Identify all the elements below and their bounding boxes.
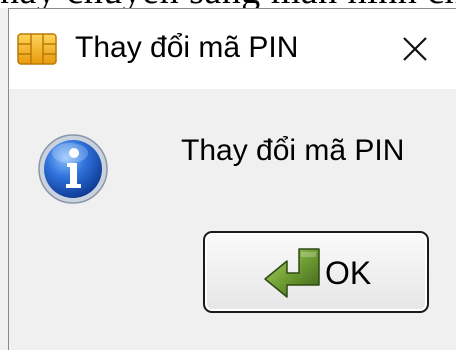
dialog-content: Thay đổi mã PIN OK: [9, 89, 456, 350]
smart-card-chip-icon: [17, 33, 57, 65]
dialog-title: Thay đổi mã PIN: [75, 31, 299, 64]
dialog-titlebar[interactable]: Thay đổi mã PIN: [9, 9, 456, 89]
screen: nay chuyển sang màn hình chức năng Thay …: [0, 0, 456, 350]
background-edge: [0, 8, 8, 350]
close-button[interactable]: [387, 25, 443, 73]
ok-button[interactable]: OK: [203, 231, 429, 313]
pin-change-dialog: Thay đổi mã PIN Thay đổi mã PIN OK: [8, 8, 456, 350]
close-icon: [403, 37, 427, 61]
background-document-text: nay chuyển sang màn hình chức năng: [0, 0, 456, 8]
dialog-message: Thay đổi mã PIN: [181, 134, 405, 167]
ok-button-label: OK: [325, 255, 372, 291]
info-icon: [37, 133, 109, 205]
green-return-arrow-icon: [261, 247, 323, 301]
